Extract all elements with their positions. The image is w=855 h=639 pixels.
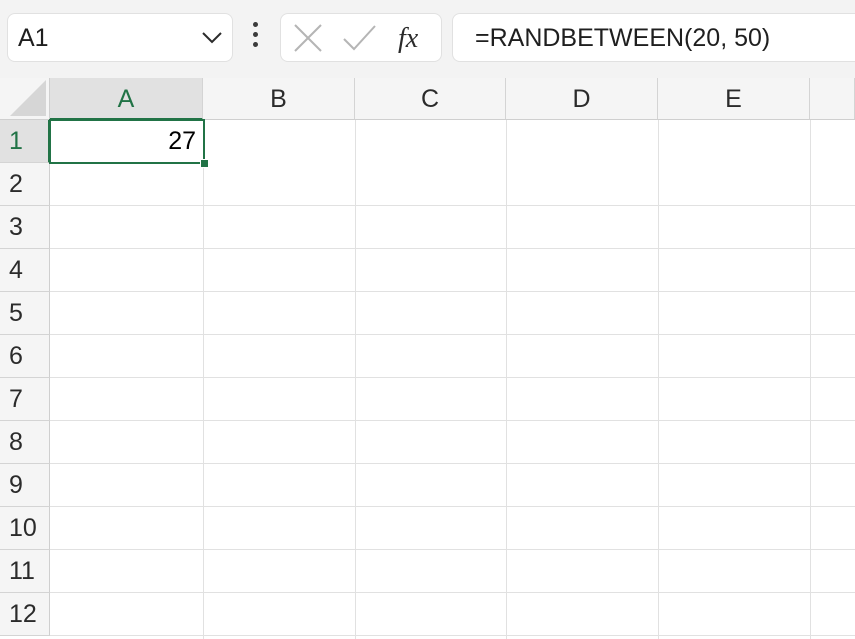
name-box-value: A1 xyxy=(18,24,49,52)
more-options-icon[interactable] xyxy=(248,22,262,52)
row-header-3[interactable]: 3 xyxy=(0,206,50,249)
formula-actions: fx xyxy=(280,13,442,62)
fill-handle[interactable] xyxy=(200,159,209,168)
row-header-5[interactable]: 5 xyxy=(0,292,50,335)
row-header-1[interactable]: 1 xyxy=(0,120,50,163)
gridline xyxy=(50,291,855,292)
gridline xyxy=(50,592,855,593)
gridline xyxy=(203,120,204,639)
checkmark-icon[interactable] xyxy=(341,22,377,54)
gridline xyxy=(50,334,855,335)
formula-bar: A1 fx =RANDBETWEEN(20, 50) xyxy=(0,0,855,78)
row-header-2[interactable]: 2 xyxy=(0,163,50,206)
column-header-b[interactable]: B xyxy=(203,78,355,120)
row-header-7[interactable]: 7 xyxy=(0,378,50,421)
row-header-6[interactable]: 6 xyxy=(0,335,50,378)
gridline xyxy=(355,120,356,639)
row-header-10[interactable]: 10 xyxy=(0,507,50,550)
cell-value: 27 xyxy=(168,127,196,155)
gridline xyxy=(50,377,855,378)
formula-input[interactable]: =RANDBETWEEN(20, 50) xyxy=(452,13,855,62)
column-header-d[interactable]: D xyxy=(506,78,658,120)
fx-label: fx xyxy=(398,23,419,54)
gridline xyxy=(50,506,855,507)
row-header-8[interactable]: 8 xyxy=(0,421,50,464)
column-header-c[interactable]: C xyxy=(355,78,506,120)
select-all-icon xyxy=(10,80,46,116)
column-header-partial[interactable] xyxy=(810,78,855,120)
column-header-a[interactable]: A xyxy=(50,78,203,120)
chevron-down-icon[interactable] xyxy=(201,31,223,45)
cell-a1[interactable]: 27 xyxy=(50,120,203,163)
select-all-button[interactable] xyxy=(0,78,50,120)
name-box[interactable]: A1 xyxy=(7,13,233,62)
gridline xyxy=(50,205,855,206)
fx-icon[interactable]: fx xyxy=(396,22,432,54)
gridline xyxy=(506,120,507,639)
row-header-12[interactable]: 12 xyxy=(0,593,50,636)
formula-text: =RANDBETWEEN(20, 50) xyxy=(475,24,771,52)
row-header-9[interactable]: 9 xyxy=(0,464,50,507)
gridline xyxy=(50,635,855,636)
row-header-4[interactable]: 4 xyxy=(0,249,50,292)
gridline xyxy=(50,549,855,550)
row-header-11[interactable]: 11 xyxy=(0,550,50,593)
gridline xyxy=(50,420,855,421)
gridline xyxy=(50,463,855,464)
gridline xyxy=(658,120,659,639)
column-header-e[interactable]: E xyxy=(658,78,810,120)
gridline xyxy=(50,248,855,249)
close-icon[interactable] xyxy=(290,22,326,54)
gridline xyxy=(810,120,811,639)
spreadsheet-grid: A B C D E 1 2 3 4 5 6 7 8 9 10 11 12 27 xyxy=(0,78,855,639)
